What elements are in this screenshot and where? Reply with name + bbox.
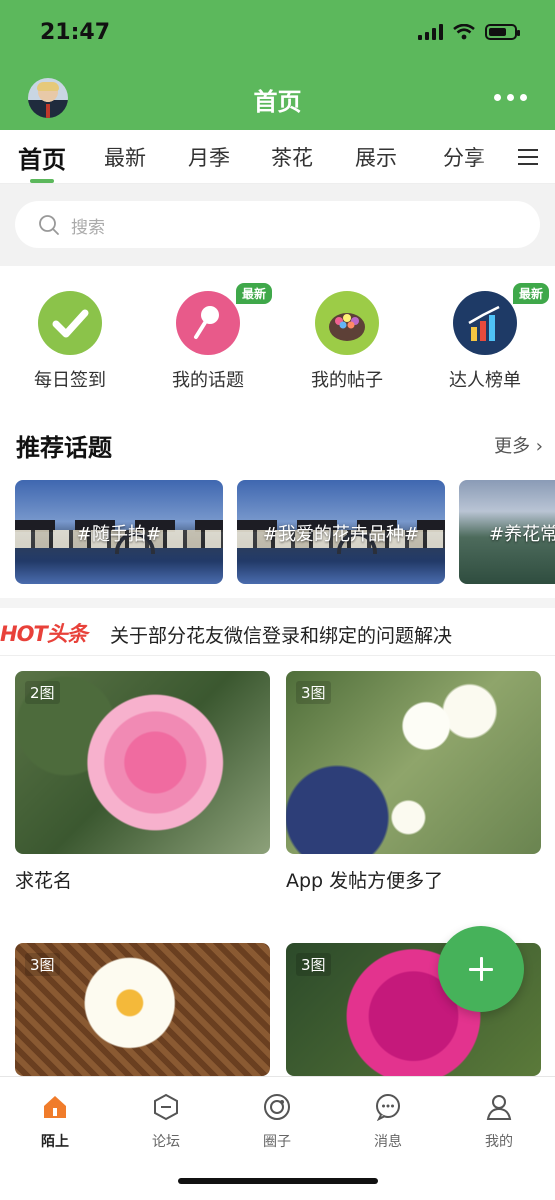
image-count: 3图 (296, 953, 331, 976)
wifi-icon (453, 24, 475, 40)
menu-icon[interactable] (518, 149, 538, 165)
headline-text: 关于部分花友微信登录和绑定的问题解决 (110, 625, 453, 647)
status-icons (418, 24, 520, 40)
profile-icon (486, 1095, 512, 1120)
section-title: 推荐话题 (16, 434, 112, 462)
battery-icon (485, 24, 520, 40)
post-title: App 发帖方便多了 (286, 870, 444, 892)
post-image: 3图 (286, 671, 541, 854)
quick-action-checkin[interactable]: 每日签到 (10, 291, 130, 392)
tab-showcase[interactable]: 展示 (355, 142, 397, 172)
quick-action-leaderboard[interactable]: 最新 达人榜单 (425, 283, 549, 392)
post-card[interactable]: 3图 App 发帖方便多了 (286, 671, 541, 893)
topic-card[interactable]: #随手拍# (15, 480, 223, 584)
post-image: 2图 (15, 671, 270, 854)
image-count: 3图 (25, 953, 60, 976)
topic-card[interactable]: #我爱的花卉品种# (237, 480, 445, 584)
forum-icon (154, 1093, 178, 1121)
home-icon (44, 1096, 66, 1118)
post-title: 求花名 (15, 870, 73, 892)
image-count: 3图 (296, 681, 331, 704)
post-card[interactable]: 3图 (15, 943, 270, 1076)
quick-actions: 每日签到 最新 我的话题 我的帖子 最新 达人榜单 (0, 266, 555, 401)
tab-rose[interactable]: 月季 (188, 142, 230, 172)
message-icon (376, 1094, 400, 1122)
flower-basket-icon (315, 291, 379, 355)
nav-item-forum[interactable]: 论坛 (126, 1093, 206, 1151)
topic-label: #随手拍# (76, 524, 162, 545)
bar-chart-icon: 最新 (453, 283, 549, 355)
search-input[interactable]: 搜索 (15, 201, 540, 248)
new-badge: 最新 (235, 283, 272, 304)
more-link[interactable]: 更多 › (494, 432, 543, 458)
status-bar: 21:47 (0, 0, 555, 66)
topic-carousel: #随手拍# #我爱的花卉品种# #养花常 (0, 480, 555, 584)
tab-home[interactable]: 首页 (18, 140, 66, 175)
topic-label: #我爱的花卉品种# (262, 524, 420, 545)
topic-card[interactable]: #养花常 (459, 480, 555, 584)
search-placeholder: 搜索 (71, 218, 105, 238)
circle-icon (264, 1094, 290, 1120)
topic-label: #养花常 (489, 524, 555, 545)
top-navbar: 首页 (0, 66, 555, 130)
search-icon (39, 215, 59, 235)
nav-item-messages[interactable]: 消息 (348, 1093, 428, 1151)
checkmark-icon (38, 291, 102, 355)
quick-action-my-topics[interactable]: 最新 我的话题 (148, 283, 272, 392)
quick-action-my-posts[interactable]: 我的帖子 (287, 291, 407, 392)
search-section: 搜索 (0, 184, 555, 266)
more-dots-icon[interactable] (494, 94, 527, 101)
nav-item-circle[interactable]: 圈子 (237, 1093, 317, 1151)
image-count: 2图 (25, 681, 60, 704)
nav-item-home[interactable]: 陌上 (15, 1093, 95, 1151)
home-indicator (178, 1178, 378, 1184)
tab-camellia[interactable]: 茶花 (271, 142, 313, 172)
new-badge: 最新 (512, 283, 549, 304)
pin-icon: 最新 (176, 283, 272, 355)
status-time: 21:47 (40, 20, 111, 45)
hot-logo: HOT头条 (0, 622, 88, 646)
hot-headline[interactable]: HOT头条 关于部分花友微信登录和绑定的问题解决 (0, 608, 555, 656)
recommended-topics-header: 推荐话题 更多 › (0, 420, 555, 468)
cellular-signal-icon (418, 24, 443, 40)
post-image: 3图 (15, 943, 270, 1076)
page-title: 首页 (253, 88, 302, 116)
tab-latest[interactable]: 最新 (104, 142, 146, 172)
add-post-button[interactable] (438, 926, 524, 1012)
category-tabs: 首页 最新 月季 茶花 展示 分享 (0, 130, 555, 184)
nav-item-profile[interactable]: 我的 (459, 1093, 539, 1151)
active-tab-indicator (30, 179, 54, 183)
post-card[interactable]: 2图 求花名 (15, 671, 270, 893)
